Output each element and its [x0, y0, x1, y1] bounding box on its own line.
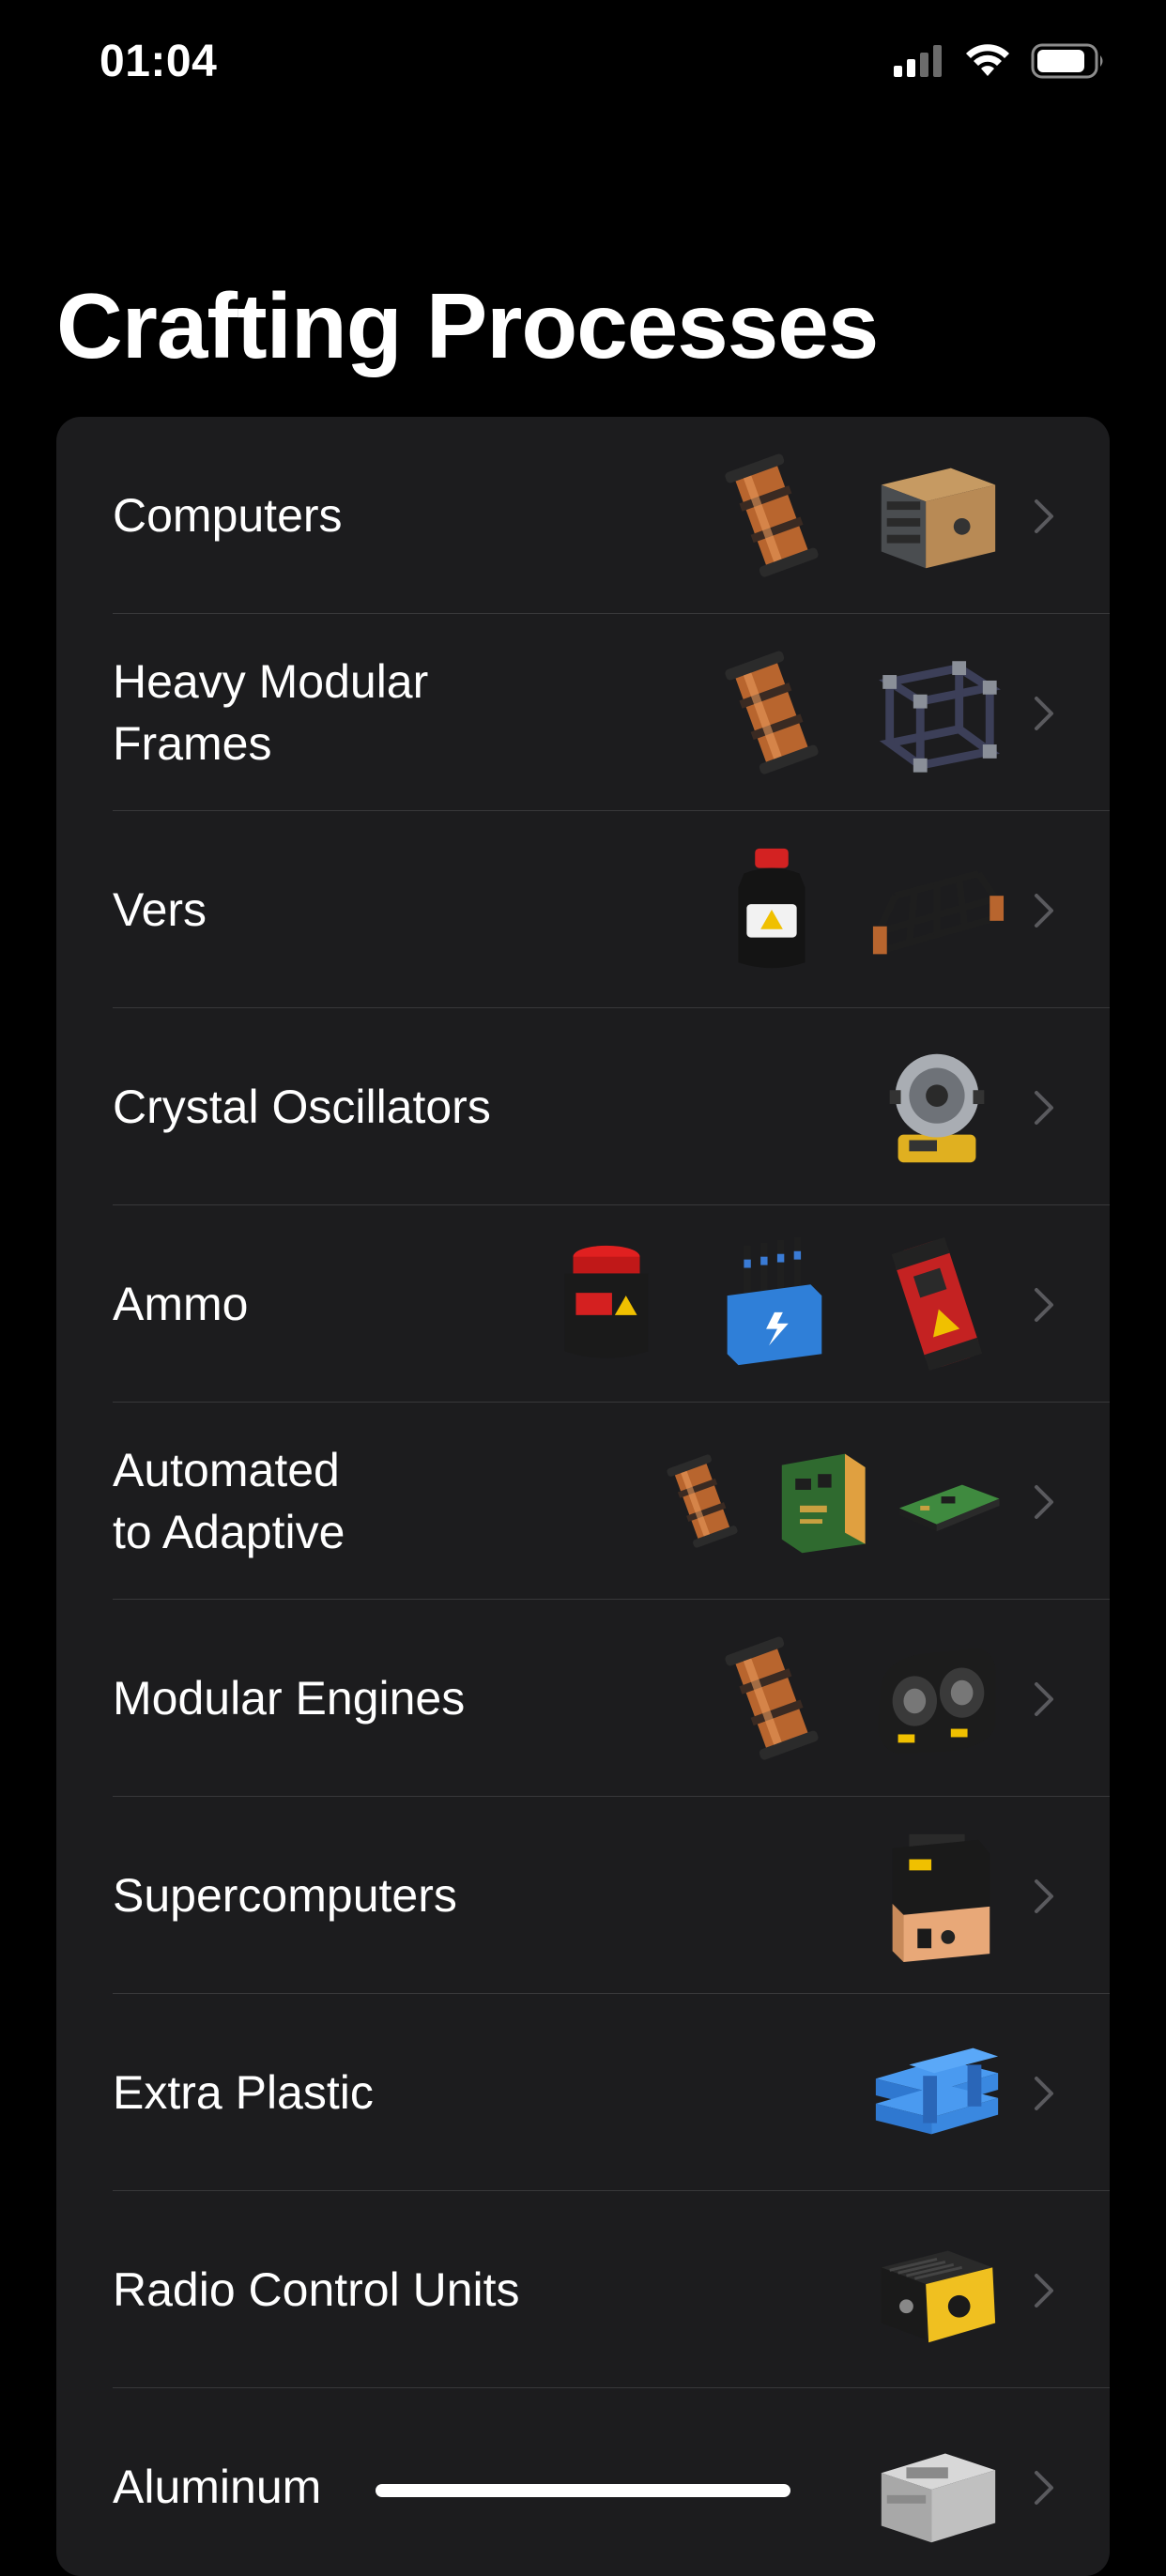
aluminum-casing-icon: [881, 2453, 996, 2543]
chevron-right-icon: [1035, 2274, 1053, 2308]
ammo-canister-icon: [564, 1245, 649, 1358]
row-icons: [867, 1994, 1006, 2191]
truss-beam-icon: [872, 869, 1005, 955]
radio-control-unit-icon: [881, 2250, 996, 2343]
row-label: Supercomputers: [113, 1869, 457, 1922]
home-indicator[interactable]: [376, 2484, 790, 2497]
chevron-right-icon: [1035, 697, 1053, 730]
row-automated-to-adaptive[interactable]: Automated to Adaptive: [56, 1403, 1110, 1600]
row-label: Ammo: [113, 1278, 249, 1330]
computer-case-icon: [881, 468, 996, 569]
crystal-oscillator-icon: [889, 1053, 985, 1163]
rebar-cartridge-icon: [891, 1236, 983, 1372]
row-radio-control-units[interactable]: Radio Control Units: [56, 2191, 1110, 2388]
supercomputer-icon: [892, 1833, 990, 1963]
row-supercomputers[interactable]: Supercomputers: [56, 1797, 1110, 1994]
row-label: Heavy Modular Frames: [113, 655, 429, 770]
row-aluminum[interactable]: Aluminum: [56, 2388, 1110, 2576]
fuel-bottle-icon: [738, 848, 805, 969]
chevron-right-icon: [1035, 894, 1053, 928]
status-icons: [894, 43, 1106, 79]
row-modular-engines[interactable]: Modular Engines: [56, 1600, 1110, 1797]
row-icons: [702, 811, 1006, 1008]
row-label: Computers: [113, 489, 343, 542]
chevron-right-icon: [1035, 1091, 1053, 1125]
copper-rotor-icon: [725, 453, 819, 577]
chevron-right-icon: [1035, 1288, 1053, 1322]
row-crystal-oscillators[interactable]: Crystal Oscillators: [56, 1008, 1110, 1205]
control-board-icon: [898, 1484, 1000, 1532]
plastic-sheets-icon: [875, 2047, 999, 2135]
row-icons: [867, 2191, 1006, 2388]
row-heavy-modular-frames[interactable]: Heavy Modular Frames: [56, 614, 1110, 811]
modular-frame-icon: [878, 661, 1001, 773]
row-label: Vers: [113, 883, 207, 936]
signal-icon: [894, 45, 942, 77]
row-label: Modular Engines: [113, 1672, 466, 1725]
row-label: Radio Control Units: [113, 2263, 520, 2316]
row-icons: [867, 1797, 1006, 1994]
chevron-right-icon: [1035, 2077, 1053, 2110]
copper-rotor-icon: [725, 651, 819, 774]
chevron-right-icon: [1035, 2471, 1053, 2505]
row-vers[interactable]: Vers: [56, 811, 1110, 1008]
chevron-right-icon: [1035, 1682, 1053, 1716]
battery-rods-icon: [727, 1236, 822, 1366]
row-icons: [702, 417, 1006, 614]
row-icons: [537, 1205, 1006, 1403]
row-icons: [867, 1008, 1006, 1205]
page-title: Crafting Processes: [56, 274, 879, 377]
copper-rotor-icon: [667, 1454, 738, 1548]
row-icons: [702, 1600, 1006, 1797]
chevron-right-icon: [1035, 1879, 1053, 1913]
copper-rotor-icon: [725, 1636, 819, 1760]
crafting-process-list: Computers Heavy Modular Frames Vers Crys…: [56, 417, 1110, 2576]
row-icons: [650, 1403, 1006, 1600]
wifi-icon: [966, 44, 1009, 76]
row-icons: [702, 614, 1006, 811]
chevron-right-icon: [1035, 1485, 1053, 1519]
row-ammo[interactable]: Ammo: [56, 1205, 1110, 1403]
chevron-right-icon: [1035, 499, 1053, 533]
status-bar: 01:04: [0, 0, 1166, 131]
row-label: Crystal Oscillators: [113, 1081, 491, 1133]
row-computers[interactable]: Computers: [56, 417, 1110, 614]
engine-block-icon: [878, 1648, 996, 1755]
circuit-board-icon: [781, 1453, 866, 1554]
battery-icon: [1031, 43, 1103, 79]
row-icons: [867, 2388, 1006, 2576]
row-label: Automated to Adaptive: [113, 1444, 345, 1558]
row-label: Extra Plastic: [113, 2066, 374, 2119]
status-time: 01:04: [100, 37, 218, 86]
row-extra-plastic[interactable]: Extra Plastic: [56, 1994, 1110, 2191]
